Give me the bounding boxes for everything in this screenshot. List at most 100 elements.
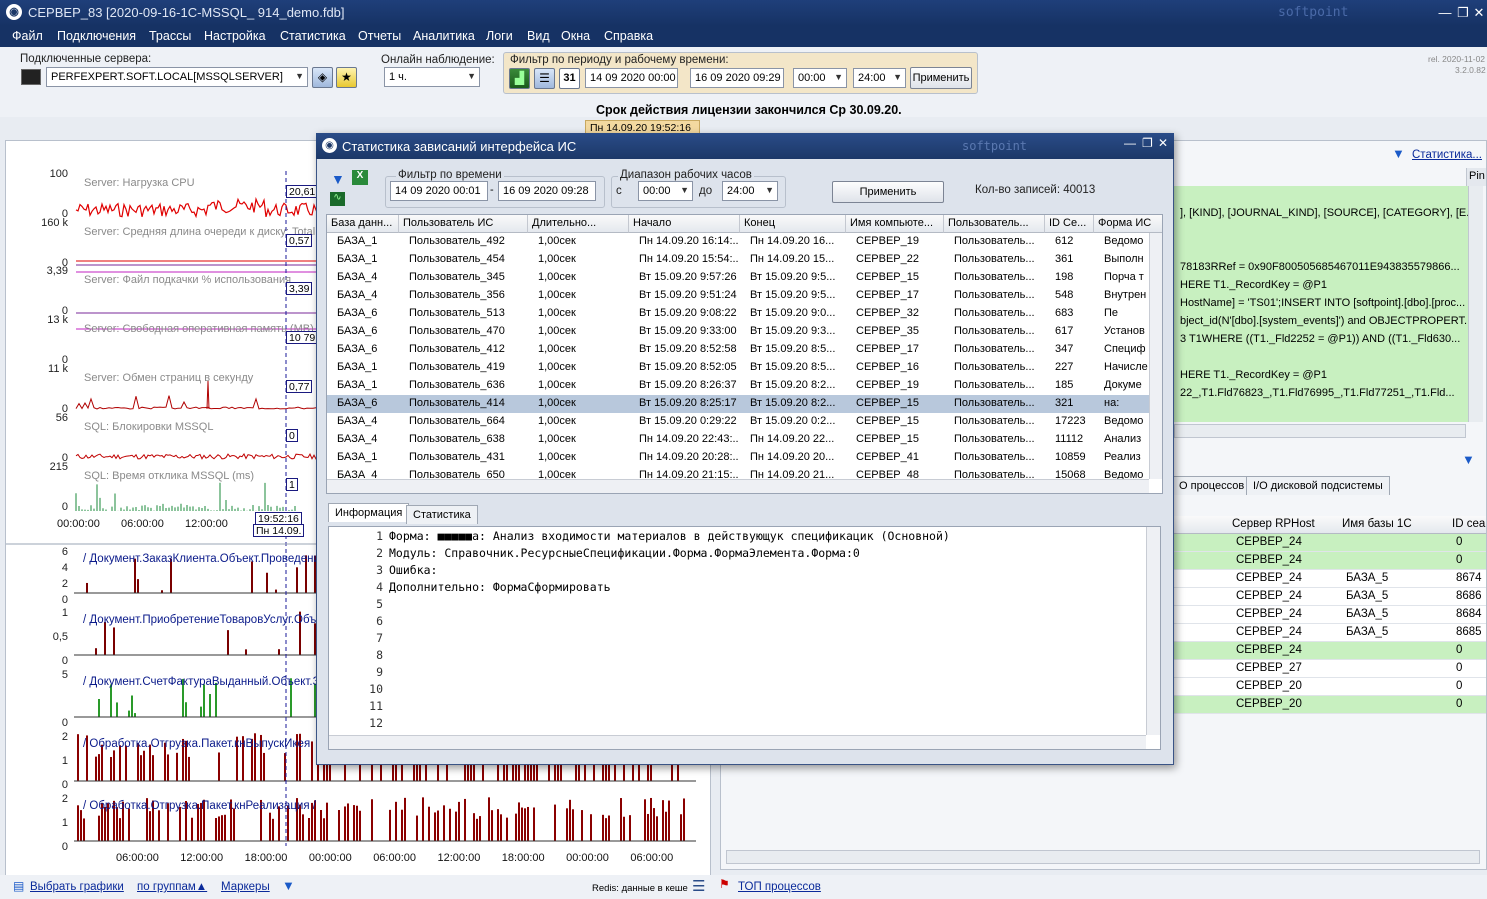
table-row[interactable]: БАЗА_4 Пользователь_638 1,00сек Пн 14.09.20… [327, 431, 1149, 449]
sql-scrollbar[interactable] [1468, 186, 1483, 422]
filter-funnel-icon[interactable]: ▼ [1392, 146, 1405, 161]
table-row[interactable]: БАЗА_1 Пользователь_492 1,00сек Пн 14.09.20… [327, 233, 1149, 251]
table-row[interactable]: БАЗА_6 Пользователь_412 1,00сек Вт 15.09.20… [327, 341, 1149, 359]
menu-view[interactable]: Вид [527, 29, 550, 43]
table-row[interactable]: БАЗА_6 Пользователь_513 1,00сек Вт 15.09.20… [327, 305, 1149, 323]
sql-line[interactable]: HostName] = 'TS01';INSERT INTO [softpoin… [1178, 295, 1468, 313]
column-header[interactable]: Длительно... [528, 215, 629, 233]
menu-connections[interactable]: Подключения [57, 29, 136, 43]
hours-to-select[interactable]: 24:00 [722, 181, 778, 201]
table-row[interactable]: БАЗА_6 Пользователь_414 1,00сек Вт 15.09.20… [327, 395, 1149, 413]
minimize-icon[interactable]: — [1436, 4, 1454, 22]
column-header[interactable]: Начало [629, 215, 740, 233]
time-from-select[interactable]: 00:00 [793, 68, 847, 88]
column-header[interactable]: Пользователь ИС [399, 215, 528, 233]
sql-line[interactable]: 3 T1WHERE ((T1._Fld2252 = @P1)) AND ((T1… [1178, 331, 1468, 349]
dialog-close-icon[interactable]: ✕ [1158, 136, 1168, 150]
hours-from-select[interactable]: 00:00 [638, 181, 693, 201]
dialog-maximize-icon[interactable]: ❐ [1142, 136, 1153, 150]
bottom-hscrollbar[interactable] [726, 850, 1480, 864]
apply-button[interactable]: Применить [910, 67, 972, 89]
column-header[interactable]: Пользователь... [944, 215, 1045, 233]
table-row[interactable]: БАЗА_1 Пользователь_636 1,00сек Вт 15.09.20… [327, 377, 1149, 395]
date-to-field[interactable]: 16 09 2020 09:29 [690, 68, 784, 88]
sql-hscrollbar[interactable] [1174, 424, 1466, 438]
process-row[interactable]: СЕРВЕР_24 БАЗА_5 8685 [1174, 624, 1486, 642]
filter-funnel-icon-2[interactable]: ▼ [1462, 452, 1475, 467]
table-row[interactable]: БАЗА_4 Пользователь_345 1,00сек Вт 15.09.20… [327, 269, 1149, 287]
process-row[interactable]: СЕРВЕР_20 0 [1174, 696, 1486, 714]
process-row[interactable]: СЕРВЕР_24 БАЗА_5 8686 [1174, 588, 1486, 606]
table-row[interactable]: БАЗА_1 Пользователь_419 1,00сек Вт 15.09.20… [327, 359, 1149, 377]
code-vscrollbar[interactable] [1146, 527, 1160, 735]
process-row[interactable]: СЕРВЕР_24 0 [1174, 642, 1486, 660]
column-header[interactable]: Имя компьюте... [846, 215, 944, 233]
column-header[interactable]: Форма ИС [1094, 215, 1162, 233]
tab-info[interactable]: Информация [328, 503, 410, 522]
server-select[interactable]: PERFEXPERT.SOFT.LOCAL[MSSQLSERVER] [46, 67, 308, 87]
chart-view-icon[interactable]: ∿ [330, 192, 345, 206]
dialog-minimize-icon[interactable]: — [1124, 136, 1136, 150]
column-header[interactable]: Конец [740, 215, 846, 233]
by-groups-link[interactable]: по группам▲ [137, 881, 207, 893]
sql-line[interactable] [1178, 223, 1468, 241]
table-hscrollbar[interactable] [327, 479, 1149, 493]
tab-processes[interactable]: О процессов [1172, 476, 1252, 495]
sql-line[interactable]: 22_,T1.Fld76823_,T1.Fld76995_,T1.Fld7725… [1178, 385, 1468, 403]
menu-help[interactable]: Справка [604, 29, 653, 43]
sql-line[interactable] [1178, 241, 1468, 259]
sql-line[interactable]: 78183RRef = 0x90F800505685467011E9438355… [1178, 259, 1468, 277]
chart-filter-icon[interactable]: ▟ [509, 68, 530, 89]
menu-logs[interactable]: Логи [486, 29, 513, 43]
table-row[interactable]: БАЗА_6 Пользователь_470 1,00сек Вт 15.09.20… [327, 323, 1149, 341]
process-row[interactable]: СЕРВЕР_27 0 [1174, 660, 1486, 678]
table-row[interactable]: БАЗА_4 Пользователь_664 1,00сек Вт 15.09.20… [327, 413, 1149, 431]
statistics-link[interactable]: Статистика... [1412, 149, 1482, 161]
calendar-icon[interactable]: 31 [559, 68, 580, 89]
menu-statistics[interactable]: Статистика [280, 29, 346, 43]
menu-reports[interactable]: Отчеты [358, 29, 401, 43]
time-to-select[interactable]: 24:00 [853, 68, 906, 88]
dialog-filter-icon[interactable]: ▼ [331, 171, 345, 187]
process-row[interactable]: СЕРВЕР_24 0 [1174, 552, 1486, 570]
online-select[interactable]: 1 ч. [384, 67, 480, 87]
sql-line[interactable]: HERE T1._RecordKey = @P1 [1178, 367, 1468, 385]
menu-analytics[interactable]: Аналитика [413, 29, 475, 43]
excel-export-icon[interactable]: X [352, 170, 368, 185]
code-hscrollbar[interactable] [329, 735, 1146, 749]
sql-line[interactable]: ], [KIND], [JOURNAL_KIND], [SOURCE], [CA… [1178, 205, 1468, 223]
col-rphost[interactable]: Сервер RPHost [1232, 518, 1315, 530]
tab-disk-io[interactable]: I/O дисковой подсистемы [1246, 476, 1390, 495]
status-filter-icon[interactable]: ▼ [282, 878, 295, 893]
table-row[interactable]: БАЗА_1 Пользователь_431 1,00сек Пн 14.09.20… [327, 449, 1149, 467]
connect-icon[interactable]: ◈ [312, 67, 333, 88]
close-icon[interactable]: ✕ [1470, 4, 1487, 22]
menu-windows[interactable]: Окна [561, 29, 590, 43]
menu-traces[interactable]: Трассы [149, 29, 191, 43]
table-row[interactable]: БАЗА_1 Пользователь_454 1,00сек Пн 14.09.20… [327, 251, 1149, 269]
col-db-name[interactable]: Имя базы 1С [1342, 518, 1412, 530]
dialog-date-to[interactable]: 16 09 2020 09:28 [498, 181, 596, 201]
process-row[interactable]: СЕРВЕР_24 БАЗА_5 8674 [1174, 570, 1486, 588]
menu-file[interactable]: Файл [12, 29, 43, 43]
col-session-id[interactable]: ID сеа [1452, 518, 1485, 530]
process-row[interactable]: СЕРВЕР_24 0 [1174, 534, 1486, 552]
tab-statistics[interactable]: Статистика [406, 505, 478, 524]
dialog-date-from[interactable]: 14 09 2020 00:01 [390, 181, 488, 201]
markers-link[interactable]: Маркеры [221, 881, 270, 893]
table-row[interactable]: БАЗА_4 Пользователь_356 1,00сек Вт 15.09.20… [327, 287, 1149, 305]
sql-line[interactable] [1178, 349, 1468, 367]
top-processes-link[interactable]: ТОП процессов [738, 881, 821, 893]
menu-settings[interactable]: Настройка [204, 29, 266, 43]
process-row[interactable]: СЕРВЕР_20 0 [1174, 678, 1486, 696]
process-row[interactable]: СЕРВЕР_24 БАЗА_5 8684 [1174, 606, 1486, 624]
favorite-star-icon[interactable]: ★ [336, 67, 357, 88]
date-from-field[interactable]: 14 09 2020 00:00 [585, 68, 678, 88]
list-filter-icon[interactable]: ☰ [534, 68, 555, 89]
sql-line[interactable]: bject_id(N'[dbo].[system_events]') and O… [1178, 313, 1468, 331]
column-header[interactable]: База данн... [327, 215, 399, 233]
dialog-apply-button[interactable]: Применить [832, 181, 944, 203]
table-vscrollbar[interactable] [1149, 233, 1162, 479]
choose-charts-link[interactable]: Выбрать графики [30, 881, 124, 893]
sql-line[interactable]: HERE T1._RecordKey = @P1 [1178, 277, 1468, 295]
